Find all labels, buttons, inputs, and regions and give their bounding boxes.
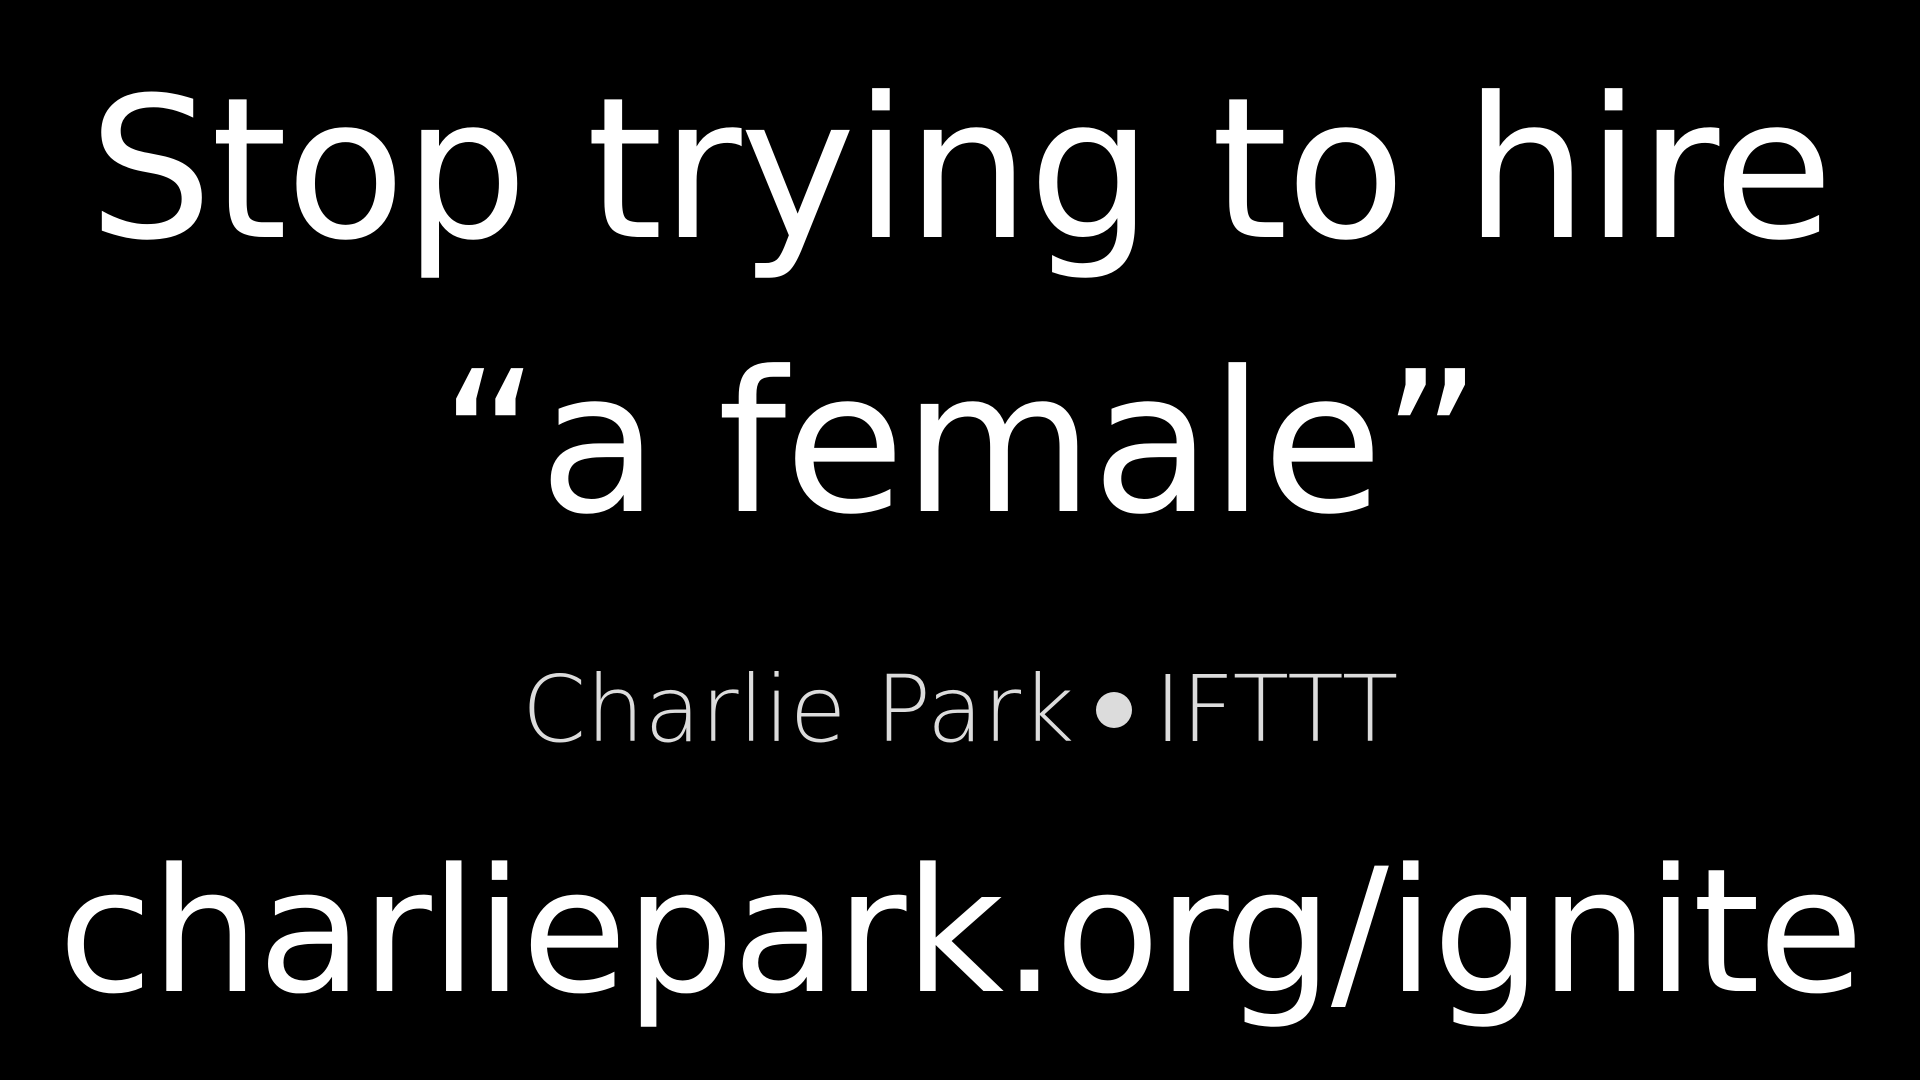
byline-org: IFTTT	[1154, 656, 1399, 763]
bullet-separator-icon	[1096, 691, 1133, 728]
slide-url: charliepark.org/ignite	[58, 831, 1864, 1032]
byline: Charlie Park IFTTT	[0, 664, 1920, 756]
slide: Stop trying to hire “a female” Charlie P…	[0, 0, 1920, 1080]
byline-name: Charlie Park	[521, 656, 1075, 763]
slide-title-line-1: Stop trying to hire	[88, 56, 1833, 284]
slide-title-line-2: “a female”	[439, 330, 1482, 558]
